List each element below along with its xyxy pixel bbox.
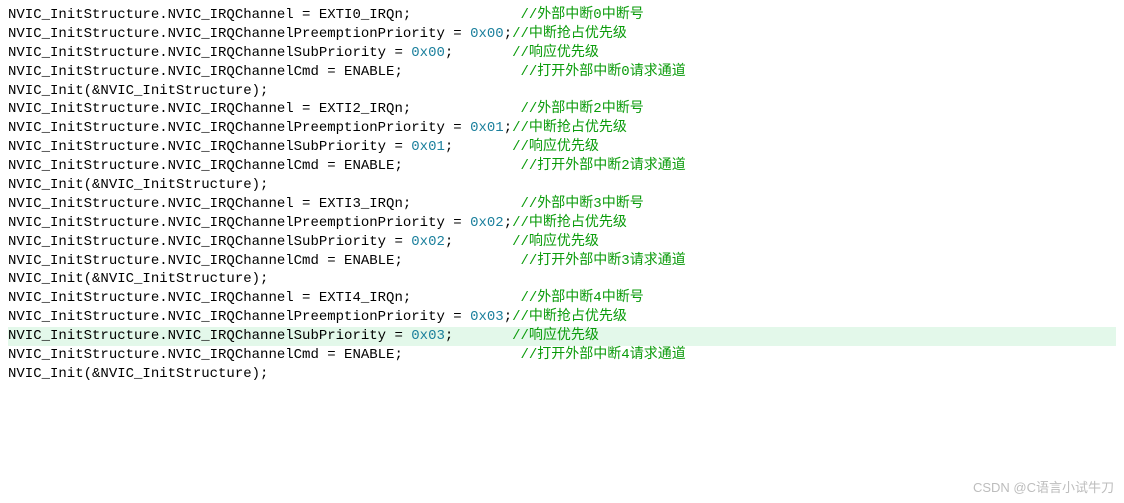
comment: //外部中断2中断号: [520, 101, 643, 117]
code-text: ;: [445, 139, 512, 155]
code-text: ;: [445, 45, 512, 61]
code-text: ;: [504, 26, 512, 42]
code-text: NVIC_InitStructure.NVIC_IRQChannel = EXT…: [8, 7, 520, 23]
code-line: NVIC_InitStructure.NVIC_IRQChannelSubPri…: [8, 233, 1116, 252]
code-text: NVIC_InitStructure.NVIC_IRQChannelCmd = …: [8, 158, 520, 174]
code-text: NVIC_InitStructure.NVIC_IRQChannelSubPri…: [8, 328, 411, 344]
numeric-literal: 0x00: [470, 26, 504, 42]
code-line: NVIC_InitStructure.NVIC_IRQChannelPreemp…: [8, 119, 1116, 138]
code-text: NVIC_Init(&NVIC_InitStructure);: [8, 83, 268, 99]
code-line: NVIC_Init(&NVIC_InitStructure);: [8, 365, 1116, 384]
numeric-literal: 0x01: [470, 120, 504, 136]
code-line: NVIC_Init(&NVIC_InitStructure);: [8, 176, 1116, 195]
code-text: ;: [445, 234, 512, 250]
numeric-literal: 0x02: [470, 215, 504, 231]
code-text: NVIC_InitStructure.NVIC_IRQChannel = EXT…: [8, 196, 520, 212]
code-line: NVIC_InitStructure.NVIC_IRQChannelCmd = …: [8, 63, 1116, 82]
code-line: NVIC_InitStructure.NVIC_IRQChannelSubPri…: [8, 327, 1116, 346]
code-text: NVIC_InitStructure.NVIC_IRQChannel = EXT…: [8, 290, 520, 306]
numeric-literal: 0x03: [470, 309, 504, 325]
code-text: NVIC_InitStructure.NVIC_IRQChannelCmd = …: [8, 253, 520, 269]
code-line: NVIC_InitStructure.NVIC_IRQChannelSubPri…: [8, 44, 1116, 63]
code-line: NVIC_InitStructure.NVIC_IRQChannelCmd = …: [8, 157, 1116, 176]
code-line: NVIC_Init(&NVIC_InitStructure);: [8, 82, 1116, 101]
code-line: NVIC_InitStructure.NVIC_IRQChannel = EXT…: [8, 100, 1116, 119]
code-text: NVIC_InitStructure.NVIC_IRQChannelSubPri…: [8, 234, 411, 250]
numeric-literal: 0x02: [411, 234, 445, 250]
comment: //响应优先级: [512, 139, 599, 155]
code-line: NVIC_InitStructure.NVIC_IRQChannelSubPri…: [8, 138, 1116, 157]
comment: //外部中断3中断号: [520, 196, 643, 212]
comment: //中断抢占优先级: [512, 26, 627, 42]
code-text: NVIC_InitStructure.NVIC_IRQChannelPreemp…: [8, 120, 470, 136]
code-text: NVIC_InitStructure.NVIC_IRQChannelPreemp…: [8, 215, 470, 231]
code-text: NVIC_InitStructure.NVIC_IRQChannelPreemp…: [8, 26, 470, 42]
code-text: ;: [504, 120, 512, 136]
comment: //响应优先级: [512, 234, 599, 250]
code-text: NVIC_InitStructure.NVIC_IRQChannelSubPri…: [8, 139, 411, 155]
code-text: NVIC_Init(&NVIC_InitStructure);: [8, 271, 268, 287]
code-line: NVIC_InitStructure.NVIC_IRQChannelCmd = …: [8, 346, 1116, 365]
comment: //外部中断0中断号: [520, 7, 643, 23]
code-text: NVIC_InitStructure.NVIC_IRQChannelPreemp…: [8, 309, 470, 325]
numeric-literal: 0x01: [411, 139, 445, 155]
comment: //打开外部中断0请求通道: [520, 64, 685, 80]
comment: //打开外部中断2请求通道: [520, 158, 685, 174]
code-line: NVIC_Init(&NVIC_InitStructure);: [8, 270, 1116, 289]
code-block: NVIC_InitStructure.NVIC_IRQChannel = EXT…: [0, 0, 1124, 386]
code-text: ;: [445, 328, 512, 344]
code-line: NVIC_InitStructure.NVIC_IRQChannelPreemp…: [8, 308, 1116, 327]
code-line: NVIC_InitStructure.NVIC_IRQChannelCmd = …: [8, 252, 1116, 271]
code-text: ;: [504, 309, 512, 325]
comment: //打开外部中断3请求通道: [520, 253, 685, 269]
code-line: NVIC_InitStructure.NVIC_IRQChannel = EXT…: [8, 289, 1116, 308]
comment: //中断抢占优先级: [512, 215, 627, 231]
code-text: ;: [504, 215, 512, 231]
comment: //外部中断4中断号: [520, 290, 643, 306]
code-text: NVIC_InitStructure.NVIC_IRQChannel = EXT…: [8, 101, 520, 117]
code-text: NVIC_InitStructure.NVIC_IRQChannelSubPri…: [8, 45, 411, 61]
code-text: NVIC_InitStructure.NVIC_IRQChannelCmd = …: [8, 347, 520, 363]
numeric-literal: 0x03: [411, 328, 445, 344]
comment: //响应优先级: [512, 328, 599, 344]
code-text: NVIC_InitStructure.NVIC_IRQChannelCmd = …: [8, 64, 520, 80]
code-text: NVIC_Init(&NVIC_InitStructure);: [8, 366, 268, 382]
comment: //响应优先级: [512, 45, 599, 61]
code-line: NVIC_InitStructure.NVIC_IRQChannelPreemp…: [8, 25, 1116, 44]
watermark: CSDN @C语言小试牛刀: [973, 479, 1114, 497]
comment: //中断抢占优先级: [512, 309, 627, 325]
code-line: NVIC_InitStructure.NVIC_IRQChannel = EXT…: [8, 195, 1116, 214]
code-line: NVIC_InitStructure.NVIC_IRQChannel = EXT…: [8, 6, 1116, 25]
code-line: NVIC_InitStructure.NVIC_IRQChannelPreemp…: [8, 214, 1116, 233]
comment: //中断抢占优先级: [512, 120, 627, 136]
comment: //打开外部中断4请求通道: [520, 347, 685, 363]
numeric-literal: 0x00: [411, 45, 445, 61]
code-text: NVIC_Init(&NVIC_InitStructure);: [8, 177, 268, 193]
